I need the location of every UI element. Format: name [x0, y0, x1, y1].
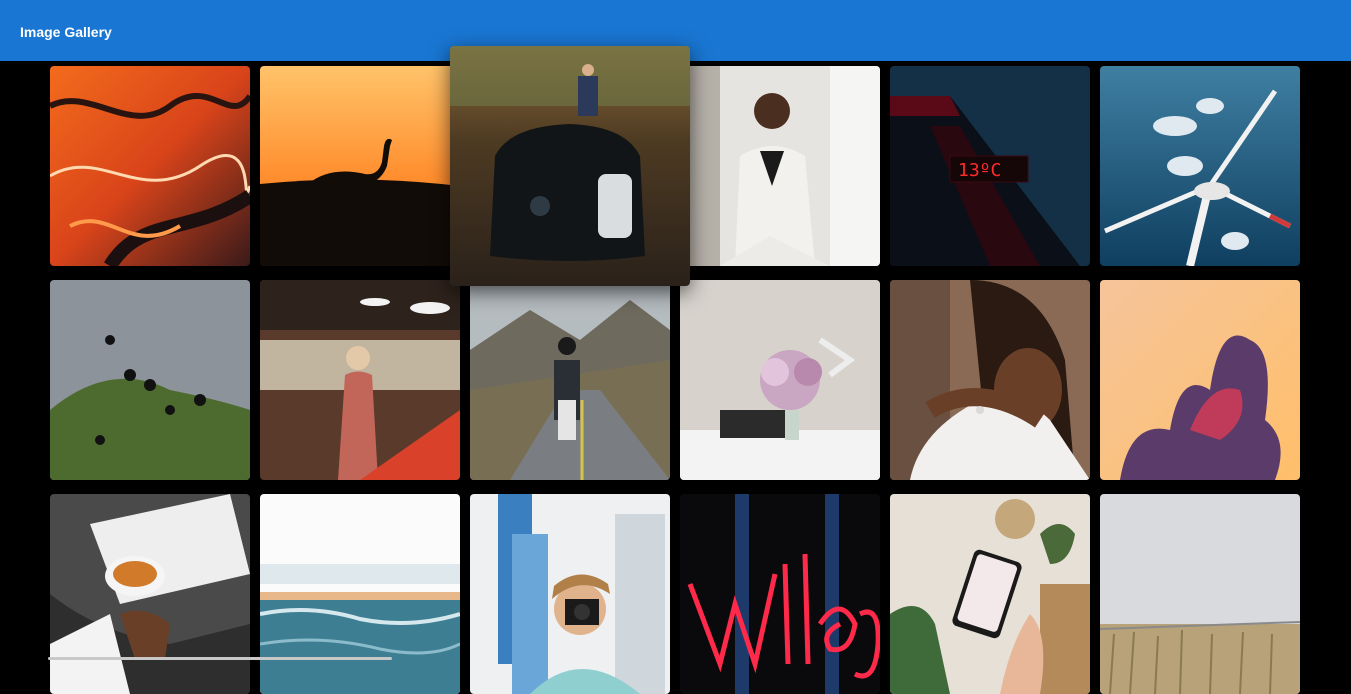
gallery-image-13[interactable]: [50, 494, 250, 694]
gallery-image-16[interactable]: [680, 494, 880, 694]
gallery-image-12[interactable]: [1100, 280, 1300, 480]
gallery-image-3[interactable]: [450, 46, 690, 286]
gallery-image-11[interactable]: [890, 280, 1090, 480]
gallery-image-9[interactable]: [470, 280, 670, 480]
gallery-image-18[interactable]: [1100, 494, 1300, 694]
thermometer-sign-text: 13ºC: [958, 160, 1001, 181]
image-grid: 13ºC: [0, 0, 1351, 694]
gallery-image-10[interactable]: [680, 280, 880, 480]
gallery-image-17[interactable]: [890, 494, 1090, 694]
gallery-image-5[interactable]: 13ºC: [890, 66, 1090, 266]
gallery-image-2[interactable]: [260, 66, 460, 266]
gallery-image-15[interactable]: [470, 494, 670, 694]
gallery-image-4[interactable]: [680, 66, 880, 266]
gallery-image-6[interactable]: [1100, 66, 1300, 266]
gallery-image-8[interactable]: [260, 280, 460, 480]
gallery-image-14[interactable]: [260, 494, 460, 694]
gallery-image-1[interactable]: [50, 66, 250, 266]
gallery-image-7[interactable]: [50, 280, 250, 480]
